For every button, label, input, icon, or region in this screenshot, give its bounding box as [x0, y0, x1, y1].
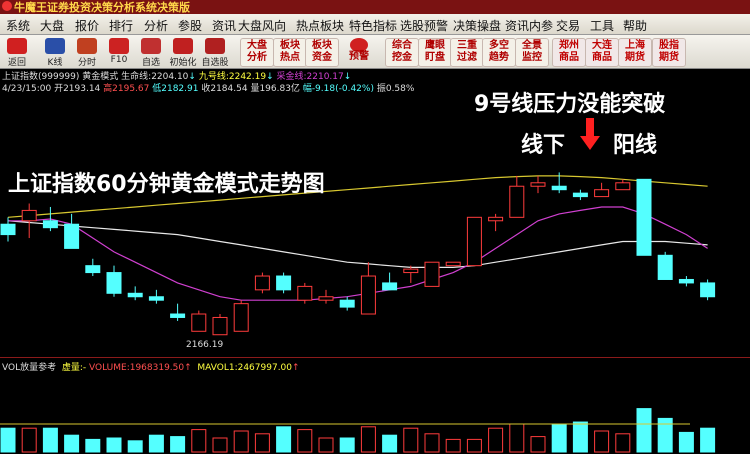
volume-bar [636, 408, 652, 453]
candle-body [21, 209, 37, 222]
volume-bar [678, 431, 694, 453]
red-down-arrow-icon [580, 136, 600, 150]
volume-bar [233, 430, 249, 453]
volume-bar [700, 427, 716, 453]
candle-body [657, 254, 673, 280]
candle-body [191, 313, 207, 332]
volume-bar [254, 433, 270, 453]
close-price: 收2184.54 [201, 84, 248, 94]
arrow-shaft [586, 118, 594, 138]
life-line-series [7, 220, 708, 268]
volume-bar [170, 436, 186, 453]
candle-body [551, 185, 567, 191]
volume-bar [297, 429, 313, 453]
candle-body [212, 316, 228, 336]
volume-bar [318, 437, 334, 453]
volume-bar [551, 423, 567, 453]
volume-bar [488, 427, 504, 453]
volume-bar [424, 433, 440, 453]
candle-body [700, 282, 716, 298]
volume-bar [127, 440, 143, 453]
volume-bar [85, 438, 101, 453]
volume-bar [64, 434, 80, 453]
volume-bar [509, 423, 525, 453]
up-arrow-icon: ↑ [292, 363, 300, 373]
below-line-annotation: 线下 [521, 133, 566, 158]
candle-body [85, 265, 101, 274]
candle-body [678, 278, 694, 284]
candle-body [233, 303, 249, 332]
volume-bar [0, 427, 16, 453]
candle-body [106, 272, 122, 294]
amplitude-value: 振0.58% [376, 84, 415, 94]
open-price: 开2193.14 [54, 84, 101, 94]
low-price-label: 2166.19 [186, 340, 224, 350]
volume-bar [212, 437, 228, 453]
chart-title-annotation: 上证指数60分钟黄金模式走势图 [8, 172, 325, 197]
candle-body [276, 275, 292, 291]
candle-body [615, 182, 631, 191]
resistance-annotation: 9号线压力没能突破 [474, 92, 666, 117]
low-price: 低2182.91 [152, 84, 199, 94]
volume-value: 量196.83亿 [250, 84, 300, 94]
volume-bar [572, 421, 588, 453]
candle-body [424, 261, 440, 287]
volume-bar [530, 436, 546, 453]
volume-bar [445, 438, 461, 453]
volume-bar [594, 430, 610, 453]
candle-body [466, 216, 482, 267]
candle-body [297, 285, 313, 301]
volume-bar [382, 434, 398, 453]
candle-body [636, 178, 652, 256]
quote-date: 4/23/15:00 [2, 84, 52, 94]
volume-bar [191, 429, 207, 453]
candle-body [572, 192, 588, 198]
up-arrow-icon: ↑ [184, 363, 192, 373]
header-line-2: 4/23/15:00 开2193.14 高2195.67 低2182.91 收2… [2, 81, 414, 94]
volume-indicator-name: VOL放量参考 [2, 363, 57, 373]
candle-body [488, 216, 504, 222]
volume-bar [276, 426, 292, 453]
volume-bar [42, 427, 58, 453]
volume-bar [360, 426, 376, 453]
candle-body [170, 313, 186, 318]
candle-body [148, 296, 164, 301]
candle-body [0, 223, 16, 236]
candle-body [360, 275, 376, 315]
volume-bar [466, 438, 482, 453]
candle-body [339, 299, 355, 308]
change-value: 幅-9.18(-0.42%) [302, 84, 374, 94]
volume-bar [615, 433, 631, 453]
candle-body [318, 296, 334, 301]
candle-body [127, 292, 143, 298]
candle-body [530, 182, 546, 187]
candle-body [509, 185, 525, 218]
candle-body [254, 275, 270, 291]
volume-header: VOL放量参考 虚量:- VOLUME:1968319.50↑ MAVOL1:2… [2, 360, 300, 373]
volume-bar [657, 417, 673, 453]
volume-bar [21, 427, 37, 453]
candle-body [594, 189, 610, 198]
yang-line-annotation: 阳线 [613, 133, 658, 158]
candle-body [445, 261, 461, 267]
mavol-reading: MAVOL1:2467997.00 [197, 363, 293, 373]
volume-bar [403, 427, 419, 453]
volume-reading: VOLUME:1968319.50 [89, 363, 185, 373]
candle-body [64, 223, 80, 249]
volume-bar [148, 434, 164, 453]
volume-bar [106, 437, 122, 453]
high-price: 高2195.67 [103, 84, 150, 94]
candle-body [42, 220, 58, 229]
candle-body [403, 268, 419, 274]
candle-body [382, 282, 398, 291]
volume-bar [339, 437, 355, 453]
virtual-volume: 虚量:- [61, 363, 87, 373]
